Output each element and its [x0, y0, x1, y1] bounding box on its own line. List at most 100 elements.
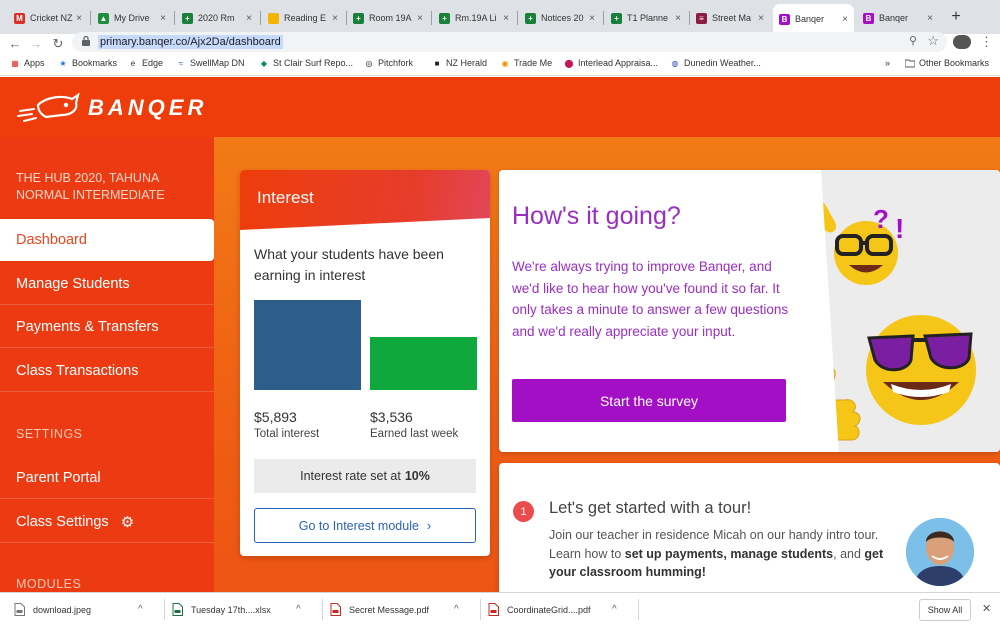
browser-tab-strip: + M Cricket NZ × ▲ My Drive × +2020 Rm × Reading…: [0, 0, 1000, 34]
close-tab-icon[interactable]: ×: [76, 13, 82, 24]
show-all-label: Show All: [927, 605, 963, 615]
close-tab-icon[interactable]: ×: [503, 13, 509, 24]
sidebar-item-dashboard[interactable]: Dashboard: [0, 219, 214, 261]
browser-tab[interactable]: + Notices 20 ×: [519, 7, 601, 29]
close-tab-icon[interactable]: ×: [758, 13, 764, 24]
start-survey-label: Start the survey: [599, 392, 699, 409]
emoji-illustration: ? !: [821, 201, 976, 441]
bookmark-item[interactable]: ◎ Pitchfork: [364, 58, 414, 68]
close-tab-icon[interactable]: ×: [332, 13, 338, 24]
go-to-interest-module-button[interactable]: Go to Interest module ›: [254, 508, 476, 543]
download-options-caret-icon[interactable]: ^: [612, 604, 617, 615]
sidebar-item-manage-students[interactable]: Manage Students: [0, 263, 214, 305]
bookmark-label: Dunedin Weather...: [684, 58, 761, 68]
bookmark-item[interactable]: e Edge: [128, 58, 163, 68]
close-tab-icon[interactable]: ×: [842, 14, 848, 25]
browser-tab[interactable]: B Banqer ×: [773, 4, 854, 34]
earned-last-week-bar: [370, 337, 477, 390]
overflow-label: »: [885, 58, 891, 68]
banqer-logo[interactable]: BANQER: [16, 91, 207, 125]
reload-icon[interactable]: ↻: [49, 35, 67, 53]
close-tab-icon[interactable]: ×: [417, 13, 423, 24]
download-options-caret-icon[interactable]: ^: [296, 604, 301, 615]
browser-tab[interactable]: ▲ My Drive ×: [92, 7, 172, 29]
earned-last-week-label: Earned last week: [370, 428, 459, 440]
tour-text-bold: set up payments, manage students: [624, 546, 834, 561]
sidebar-item-class-transactions[interactable]: Class Transactions: [0, 350, 214, 392]
browser-tab[interactable]: +2020 Rm ×: [176, 7, 258, 29]
bookmark-item[interactable]: ⬤ Interlead Appraisa...: [564, 58, 659, 68]
browser-tab[interactable]: Reading E ×: [262, 7, 344, 29]
school-name: THE HUB 2020, TAHUNA NORMAL INTERMEDIATE: [16, 171, 165, 202]
tour-title: Let's get started with a tour!: [549, 499, 752, 517]
browser-tab[interactable]: B Banqer ×: [857, 7, 939, 29]
new-tab-button[interactable]: +: [946, 8, 966, 26]
micah-avatar[interactable]: [906, 518, 974, 586]
bookmark-item[interactable]: ★ Bookmarks: [58, 58, 117, 68]
download-item[interactable]: download.jpeg ^: [14, 593, 159, 626]
star-icon: ★: [59, 58, 67, 68]
download-file-name: download.jpeg: [33, 604, 92, 615]
gear-icon: ⚙: [120, 513, 135, 531]
show-all-downloads-button[interactable]: Show All: [919, 599, 971, 621]
bookmarks-overflow-button[interactable]: »: [885, 58, 890, 68]
teacher-photo: [906, 518, 974, 586]
bookmark-item[interactable]: ≈ SwellMap DN: [176, 58, 245, 68]
download-options-caret-icon[interactable]: ^: [454, 604, 459, 615]
forward-arrow-icon[interactable]: →: [27, 35, 45, 53]
browser-tab-title: Reading E: [284, 13, 327, 23]
sidebar-item-label: Dashboard: [16, 232, 87, 248]
interest-rate-label: Interest rate set at: [300, 469, 401, 483]
close-tab-icon[interactable]: ×: [927, 13, 933, 24]
close-downloads-bar-icon[interactable]: ✕: [982, 602, 991, 615]
bookmark-item[interactable]: ▦ Apps: [10, 58, 45, 68]
browser-tab[interactable]: + T1 Planne ×: [605, 7, 687, 29]
close-tab-icon[interactable]: ×: [589, 13, 595, 24]
sheets-icon: +: [611, 12, 622, 24]
address-bar[interactable]: primary.banqer.co/Ajx2Da/dashboard ⚲ ☆: [72, 32, 947, 52]
browser-tab[interactable]: M Cricket NZ ×: [8, 7, 88, 29]
sidebar-item-payments-transfers[interactable]: Payments & Transfers: [0, 306, 214, 348]
image-file-icon: [14, 603, 25, 616]
download-item[interactable]: Tuesday 17th....xlsx ^: [172, 593, 317, 626]
other-bookmarks-folder[interactable]: Other Bookmarks: [905, 58, 989, 68]
apps-grid-icon: ▦: [11, 58, 19, 68]
site-icon: ≡: [696, 12, 707, 24]
bookmark-label: Apps: [24, 58, 45, 68]
total-interest-value: $5,893: [254, 409, 297, 425]
trademe-icon: ◉: [501, 58, 509, 68]
tab-separator: [174, 11, 175, 25]
close-tab-icon[interactable]: ×: [160, 13, 166, 24]
close-tab-icon[interactable]: ×: [675, 13, 681, 24]
download-item[interactable]: Secret Message.pdf ^: [330, 593, 475, 626]
back-arrow-icon[interactable]: ←: [6, 35, 24, 53]
bookmark-item[interactable]: ◆ St Clair Surf Repo...: [259, 58, 353, 68]
edge-icon: e: [130, 58, 136, 68]
close-tab-icon[interactable]: ×: [246, 13, 252, 24]
browser-tab[interactable]: + Rm.19A Li ×: [433, 7, 515, 29]
survey-title: How's it going?: [512, 202, 681, 230]
interest-card-subtitle: What your students have been earning in …: [254, 246, 444, 283]
bookmark-item[interactable]: ■ NZ Herald: [432, 58, 487, 68]
start-survey-button[interactable]: Start the survey: [512, 379, 786, 422]
big-thumbs-up-emoji-icon: [821, 315, 976, 441]
sidebar-item-class-settings[interactable]: Class Settings ⚙: [0, 501, 214, 543]
bookmark-star-icon[interactable]: ☆: [927, 33, 939, 49]
zoom-icon[interactable]: ⚲: [909, 34, 917, 47]
sidebar-item-parent-portal[interactable]: Parent Portal: [0, 457, 214, 499]
download-file-name: Secret Message.pdf: [349, 604, 430, 615]
url-text[interactable]: primary.banqer.co/Ajx2Da/dashboard: [98, 35, 283, 49]
tour-step-badge: 1: [513, 501, 534, 522]
browser-tab[interactable]: ≡ Street Ma ×: [690, 7, 770, 29]
profile-avatar[interactable]: [953, 35, 971, 49]
bookmark-item[interactable]: ◉ Trade Me: [500, 58, 553, 68]
interest-rate-value: 10%: [404, 469, 430, 483]
sheets-icon: +: [439, 12, 450, 24]
browser-tab[interactable]: + Room 19A ×: [347, 7, 429, 29]
lock-icon: [82, 36, 90, 46]
bookmark-item[interactable]: ◍ Dunedin Weather...: [670, 58, 761, 68]
surf-icon: ◆: [260, 58, 268, 68]
browser-menu-icon[interactable]: ⋮: [980, 34, 993, 50]
download-options-caret-icon[interactable]: ^: [138, 604, 143, 615]
download-item[interactable]: CoordinateGrid....pdf ^: [488, 593, 633, 626]
